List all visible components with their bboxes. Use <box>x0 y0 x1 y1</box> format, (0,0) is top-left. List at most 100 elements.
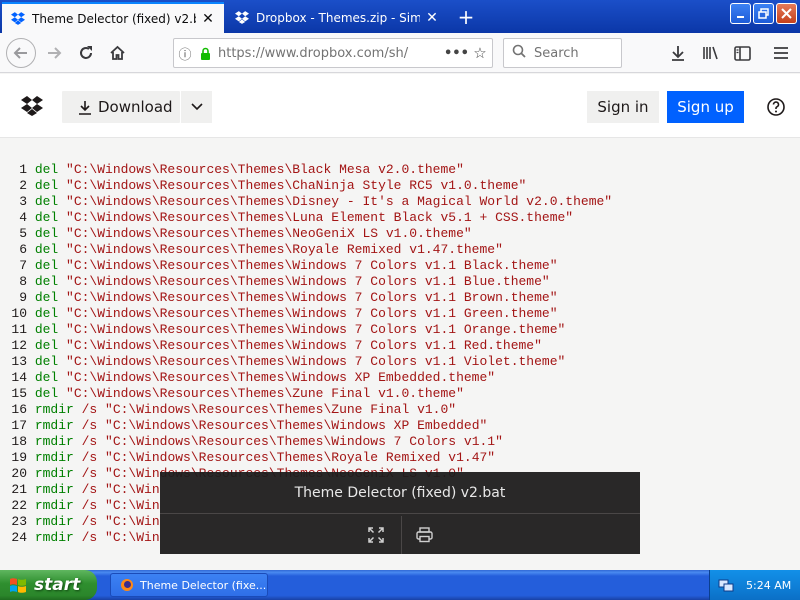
forward-button[interactable] <box>40 39 68 67</box>
fullscreen-button[interactable] <box>360 522 392 548</box>
tab-dropbox-themes[interactable]: Dropbox - Themes.zip - Simplify yo ✕ <box>226 2 448 33</box>
minimize-button[interactable] <box>730 3 751 24</box>
code-argument: "C:\Windows\Resources\Themes\Windows 7 C… <box>58 306 558 321</box>
address-bar[interactable]: ⓘ https://www.dropbox.com/sh/ ••• ☆ <box>173 38 493 68</box>
code-keyword: rmdir <box>34 434 74 449</box>
downloads-button[interactable] <box>664 39 692 67</box>
toolbar-divider <box>401 516 402 554</box>
code-keyword: rmdir <box>34 514 74 529</box>
download-button[interactable]: Download <box>62 91 180 123</box>
download-options-button[interactable] <box>181 91 212 123</box>
taskbar-item-theme-delector[interactable]: Theme Delector (fixe... <box>110 573 268 597</box>
arrow-right-icon <box>48 47 62 59</box>
close-window-button[interactable] <box>776 3 797 24</box>
code-keyword: del <box>34 258 59 273</box>
start-button[interactable]: start <box>0 570 97 600</box>
line-number: 15 <box>11 386 27 401</box>
code-keyword: del <box>34 386 59 401</box>
code-argument: /s "C:\Win <box>73 514 160 529</box>
info-icon[interactable]: ⓘ <box>174 44 196 63</box>
url-text[interactable]: https://www.dropbox.com/sh/ <box>214 46 444 61</box>
library-button[interactable] <box>697 39 725 67</box>
new-tab-button[interactable]: + <box>452 2 480 32</box>
code-argument: /s "C:\Windows\Resources\Themes\Royale R… <box>73 450 496 465</box>
code-keyword: del <box>34 306 59 321</box>
expand-icon <box>368 527 384 543</box>
home-button[interactable] <box>103 39 131 67</box>
code-argument: "C:\Windows\Resources\Themes\Windows 7 C… <box>58 322 566 337</box>
code-argument: /s "C:\Windows\Resources\Themes\Windows … <box>73 418 488 433</box>
line-number: 1 <box>19 162 27 177</box>
code-argument: "C:\Windows\Resources\Themes\ChaNinja St… <box>58 178 527 193</box>
back-button[interactable] <box>6 38 36 68</box>
code-keyword: rmdir <box>34 482 74 497</box>
code-argument: "C:\Windows\Resources\Themes\Windows 7 C… <box>58 274 550 289</box>
network-icon <box>718 579 734 592</box>
menu-button[interactable] <box>767 39 795 67</box>
code-line: 19 rmdir /s "C:\Windows\Resources\Themes… <box>0 450 612 466</box>
code-argument: "C:\Windows\Resources\Themes\Disney - It… <box>58 194 613 209</box>
sidebar-button[interactable] <box>728 39 756 67</box>
code-line: 7 del "C:\Windows\Resources\Themes\Windo… <box>0 258 612 274</box>
code-keyword: del <box>34 354 59 369</box>
sign-in-button[interactable]: Sign in <box>587 91 659 123</box>
download-icon <box>78 100 92 115</box>
code-line: 11 del "C:\Windows\Resources\Themes\Wind… <box>0 322 612 338</box>
clock[interactable]: 5:24 AM <box>746 579 791 592</box>
close-icon[interactable]: ✕ <box>200 11 216 27</box>
code-keyword: rmdir <box>34 450 74 465</box>
lock-icon[interactable] <box>196 47 214 60</box>
code-line: 16 rmdir /s "C:\Windows\Resources\Themes… <box>0 402 612 418</box>
search-input[interactable]: Search <box>503 38 622 68</box>
code-keyword: rmdir <box>34 402 74 417</box>
code-argument: "C:\Windows\Resources\Themes\Luna Elemen… <box>58 210 574 225</box>
code-keyword: del <box>34 226 59 241</box>
arrow-left-icon <box>13 47 27 59</box>
home-icon <box>109 45 125 60</box>
preview-toolbar: Theme Delector (fixed) v2.bat <box>160 472 640 554</box>
code-argument: /s "C:\Win <box>73 482 160 497</box>
line-number: 11 <box>11 322 27 337</box>
line-number: 12 <box>11 338 27 353</box>
restore-button[interactable] <box>753 3 774 24</box>
help-icon[interactable] <box>766 97 786 117</box>
browser-tab-strip: Theme Delector (fixed) v2.bat ✕ Dropbox … <box>0 0 800 33</box>
code-line: 15 del "C:\Windows\Resources\Themes\Zune… <box>0 386 612 402</box>
code-line: 6 del "C:\Windows\Resources\Themes\Royal… <box>0 242 612 258</box>
sign-up-button[interactable]: Sign up <box>667 91 744 123</box>
code-argument: "C:\Windows\Resources\Themes\Royale Remi… <box>58 242 503 257</box>
code-line: 3 del "C:\Windows\Resources\Themes\Disne… <box>0 194 612 210</box>
code-keyword: rmdir <box>34 466 74 481</box>
line-number: 18 <box>11 434 27 449</box>
line-number: 8 <box>19 274 27 289</box>
code-keyword: del <box>34 242 59 257</box>
line-number: 4 <box>19 210 27 225</box>
code-keyword: del <box>34 338 59 353</box>
code-keyword: rmdir <box>34 498 74 513</box>
line-number: 13 <box>11 354 27 369</box>
chevron-down-icon <box>190 103 203 111</box>
tab-label: Theme Delector (fixed) v2.bat <box>32 11 196 26</box>
search-icon <box>512 44 526 62</box>
library-icon <box>703 46 718 60</box>
close-icon[interactable]: ✕ <box>424 10 440 26</box>
tab-theme-delector[interactable]: Theme Delector (fixed) v2.bat ✕ <box>2 2 224 33</box>
taskbar-item-label: Theme Delector (fixe... <box>140 578 267 592</box>
code-line: 18 rmdir /s "C:\Windows\Resources\Themes… <box>0 434 612 450</box>
code-keyword: del <box>34 162 59 177</box>
firefox-app-icon <box>121 579 133 591</box>
code-line: 5 del "C:\Windows\Resources\Themes\NeoGe… <box>0 226 612 242</box>
print-button[interactable] <box>408 522 440 548</box>
code-line: 8 del "C:\Windows\Resources\Themes\Windo… <box>0 274 612 290</box>
bookmark-star-icon[interactable]: ☆ <box>468 44 492 62</box>
code-argument: /s "C:\Win <box>73 498 160 513</box>
reload-icon <box>80 46 92 59</box>
line-number: 21 <box>11 482 27 497</box>
reload-button[interactable] <box>72 39 100 67</box>
page-actions-button[interactable]: ••• <box>444 46 469 61</box>
code-argument: "C:\Windows\Resources\Themes\Windows 7 C… <box>58 258 558 273</box>
dropbox-logo-icon[interactable] <box>21 96 43 116</box>
code-keyword: del <box>34 370 59 385</box>
taskbar: start Theme Delector (fixe... 5:24 AM <box>0 570 800 600</box>
line-number: 17 <box>11 418 27 433</box>
